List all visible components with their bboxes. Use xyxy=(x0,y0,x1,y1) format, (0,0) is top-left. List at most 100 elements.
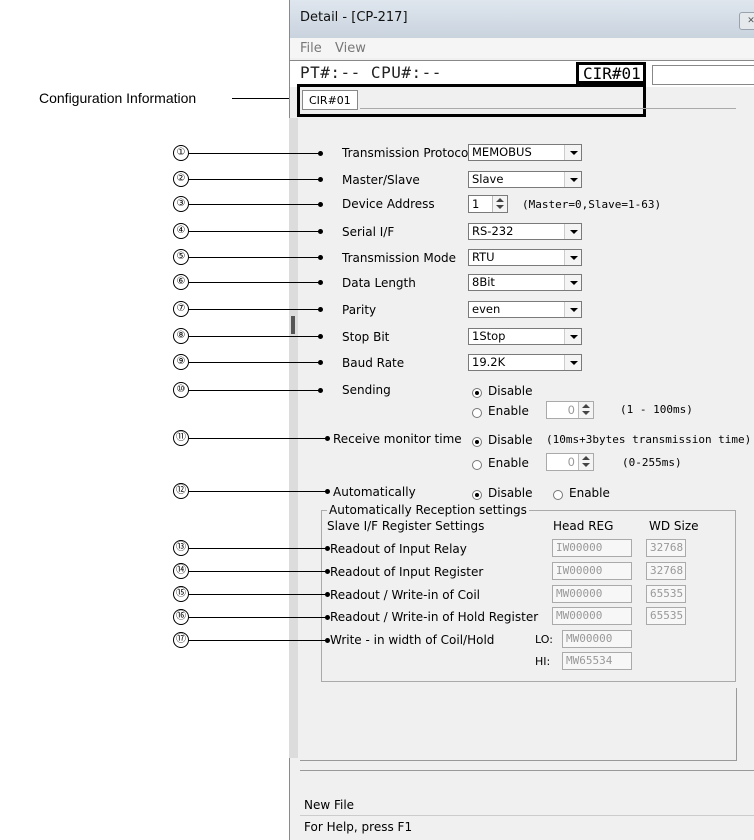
label-serial-if: Serial I/F xyxy=(342,225,395,239)
data-length-select[interactable]: 8Bit xyxy=(468,274,582,291)
label-transmission-protocol: Transmission Protocol xyxy=(342,146,472,160)
stop-bit-select[interactable]: 1Stop xyxy=(468,328,582,345)
callout-number: ⑯ xyxy=(173,609,189,625)
menu-view[interactable]: View xyxy=(335,41,366,56)
sending-range: (1 - 100ms) xyxy=(620,403,693,416)
spinner-arrows-icon[interactable] xyxy=(578,454,593,470)
input-relay-size-field[interactable]: 32768 xyxy=(646,539,686,557)
chevron-down-icon xyxy=(564,224,581,239)
coil-size-field[interactable]: 65535 xyxy=(646,585,686,603)
sending-time-stepper[interactable]: 0 xyxy=(546,401,594,419)
head-reg-header: Head REG xyxy=(553,519,614,533)
write-width-hi-field[interactable]: MW65534 xyxy=(562,652,632,670)
stop-bit-value: 1Stop xyxy=(472,329,506,343)
pt-cpu-text: PT#:-- CPU#:-- xyxy=(300,63,442,82)
callout-number: ① xyxy=(173,145,189,161)
receive-monitor-enable-radio[interactable] xyxy=(472,460,482,470)
chevron-down-icon xyxy=(564,275,581,290)
chevron-down-icon xyxy=(564,172,581,187)
sending-enable-radio[interactable] xyxy=(472,408,482,418)
label-sending: Sending xyxy=(342,383,391,397)
master-slave-select[interactable]: Slave xyxy=(468,171,582,188)
callout-line xyxy=(189,617,327,618)
input-register-size-field[interactable]: 32768 xyxy=(646,562,686,580)
callout-dot xyxy=(318,255,323,260)
parity-select[interactable]: even xyxy=(468,301,582,318)
baud-rate-select[interactable]: 19.2K xyxy=(468,354,582,371)
serial-if-value: RS-232 xyxy=(472,224,514,238)
callout-line xyxy=(189,309,320,310)
label-receive-monitor-time: Receive monitor time xyxy=(333,432,462,446)
cir-number-box: CIR#01 xyxy=(576,62,646,84)
callout-dot xyxy=(325,489,330,494)
automatically-enable-radio[interactable] xyxy=(553,490,563,500)
label-baud-rate: Baud Rate xyxy=(342,356,405,370)
callout-dot xyxy=(325,592,330,597)
callout-line xyxy=(189,153,320,154)
sending-time-value: 0 xyxy=(567,403,575,417)
title-bar: Detail - [CP-217] ✕ xyxy=(290,0,754,38)
splitter-handle[interactable] xyxy=(291,316,295,334)
close-icon[interactable]: ✕ xyxy=(739,12,754,30)
callout-line xyxy=(189,282,320,283)
callout-line xyxy=(189,231,320,232)
receive-monitor-disable-radio[interactable] xyxy=(472,437,482,447)
write-width-lo-field[interactable]: MW00000 xyxy=(562,630,632,648)
input-register-head-field[interactable]: IW00000 xyxy=(552,562,632,580)
callout-dot xyxy=(325,546,330,551)
input-relay-head-field[interactable]: IW00000 xyxy=(552,539,632,557)
callout-dot xyxy=(325,638,330,643)
status-help: For Help, press F1 xyxy=(304,820,413,834)
coil-head-field[interactable]: MW00000 xyxy=(552,585,632,603)
spinner-arrows-icon[interactable] xyxy=(578,402,593,418)
label-input-register: Readout of Input Register xyxy=(330,565,484,579)
transmission-protocol-value: MEMOBUS xyxy=(472,145,532,159)
callout-number: ⑥ xyxy=(173,274,189,290)
hold-register-head-field[interactable]: MW00000 xyxy=(552,607,632,625)
label-parity: Parity xyxy=(342,303,377,317)
device-address-value: 1 xyxy=(472,197,480,211)
callout-line xyxy=(189,640,327,641)
receive-monitor-disable-hint: (10ms+3bytes transmission time) xyxy=(546,433,752,446)
chevron-down-icon xyxy=(564,302,581,317)
callout-number: ③ xyxy=(173,196,189,212)
callout-number: ⑨ xyxy=(173,354,189,370)
automatically-disable-label: Disable xyxy=(488,486,533,500)
callout-line xyxy=(189,390,320,391)
label-hold-register: Readout / Write-in of Hold Register xyxy=(330,610,539,624)
label-master-slave: Master/Slave xyxy=(342,173,420,187)
receive-monitor-stepper[interactable]: 0 xyxy=(546,453,594,471)
hi-label: HI: xyxy=(535,655,551,668)
callout-dot xyxy=(318,177,323,182)
tab-cir01[interactable]: CIR#01 xyxy=(302,90,358,110)
hold-register-size-field[interactable]: 65535 xyxy=(646,607,686,625)
callout-line xyxy=(189,362,320,363)
configuration-information-label: Configuration Information xyxy=(39,90,197,106)
parity-value: even xyxy=(472,302,501,316)
callout-line xyxy=(189,336,320,337)
callout-number: ⑪ xyxy=(173,430,189,446)
lo-label: LO: xyxy=(535,633,553,646)
transmission-mode-value: RTU xyxy=(472,250,495,264)
device-address-stepper[interactable]: 1 xyxy=(468,195,508,213)
callout-line xyxy=(189,491,327,492)
callout-number: ⑰ xyxy=(173,632,189,648)
callout-dot xyxy=(318,334,323,339)
serial-if-select[interactable]: RS-232 xyxy=(468,223,582,240)
automatically-enable-label: Enable xyxy=(569,486,610,500)
automatically-disable-radio[interactable] xyxy=(472,490,482,500)
callout-number: ⑧ xyxy=(173,328,189,344)
wd-size-header: WD Size xyxy=(649,519,699,533)
label-data-length: Data Length xyxy=(342,276,416,290)
sending-disable-radio[interactable] xyxy=(472,388,482,398)
status-separator xyxy=(300,770,754,771)
spinner-arrows-icon[interactable] xyxy=(492,196,507,212)
callout-dot xyxy=(318,280,323,285)
label-coil: Readout / Write-in of Coil xyxy=(330,588,481,602)
callout-line xyxy=(189,438,327,439)
transmission-mode-select[interactable]: RTU xyxy=(468,249,582,266)
callout-number: ⑬ xyxy=(173,540,189,556)
transmission-protocol-select[interactable]: MEMOBUS xyxy=(468,144,582,161)
menu-file[interactable]: File xyxy=(300,41,322,56)
info-empty-field xyxy=(652,65,754,85)
